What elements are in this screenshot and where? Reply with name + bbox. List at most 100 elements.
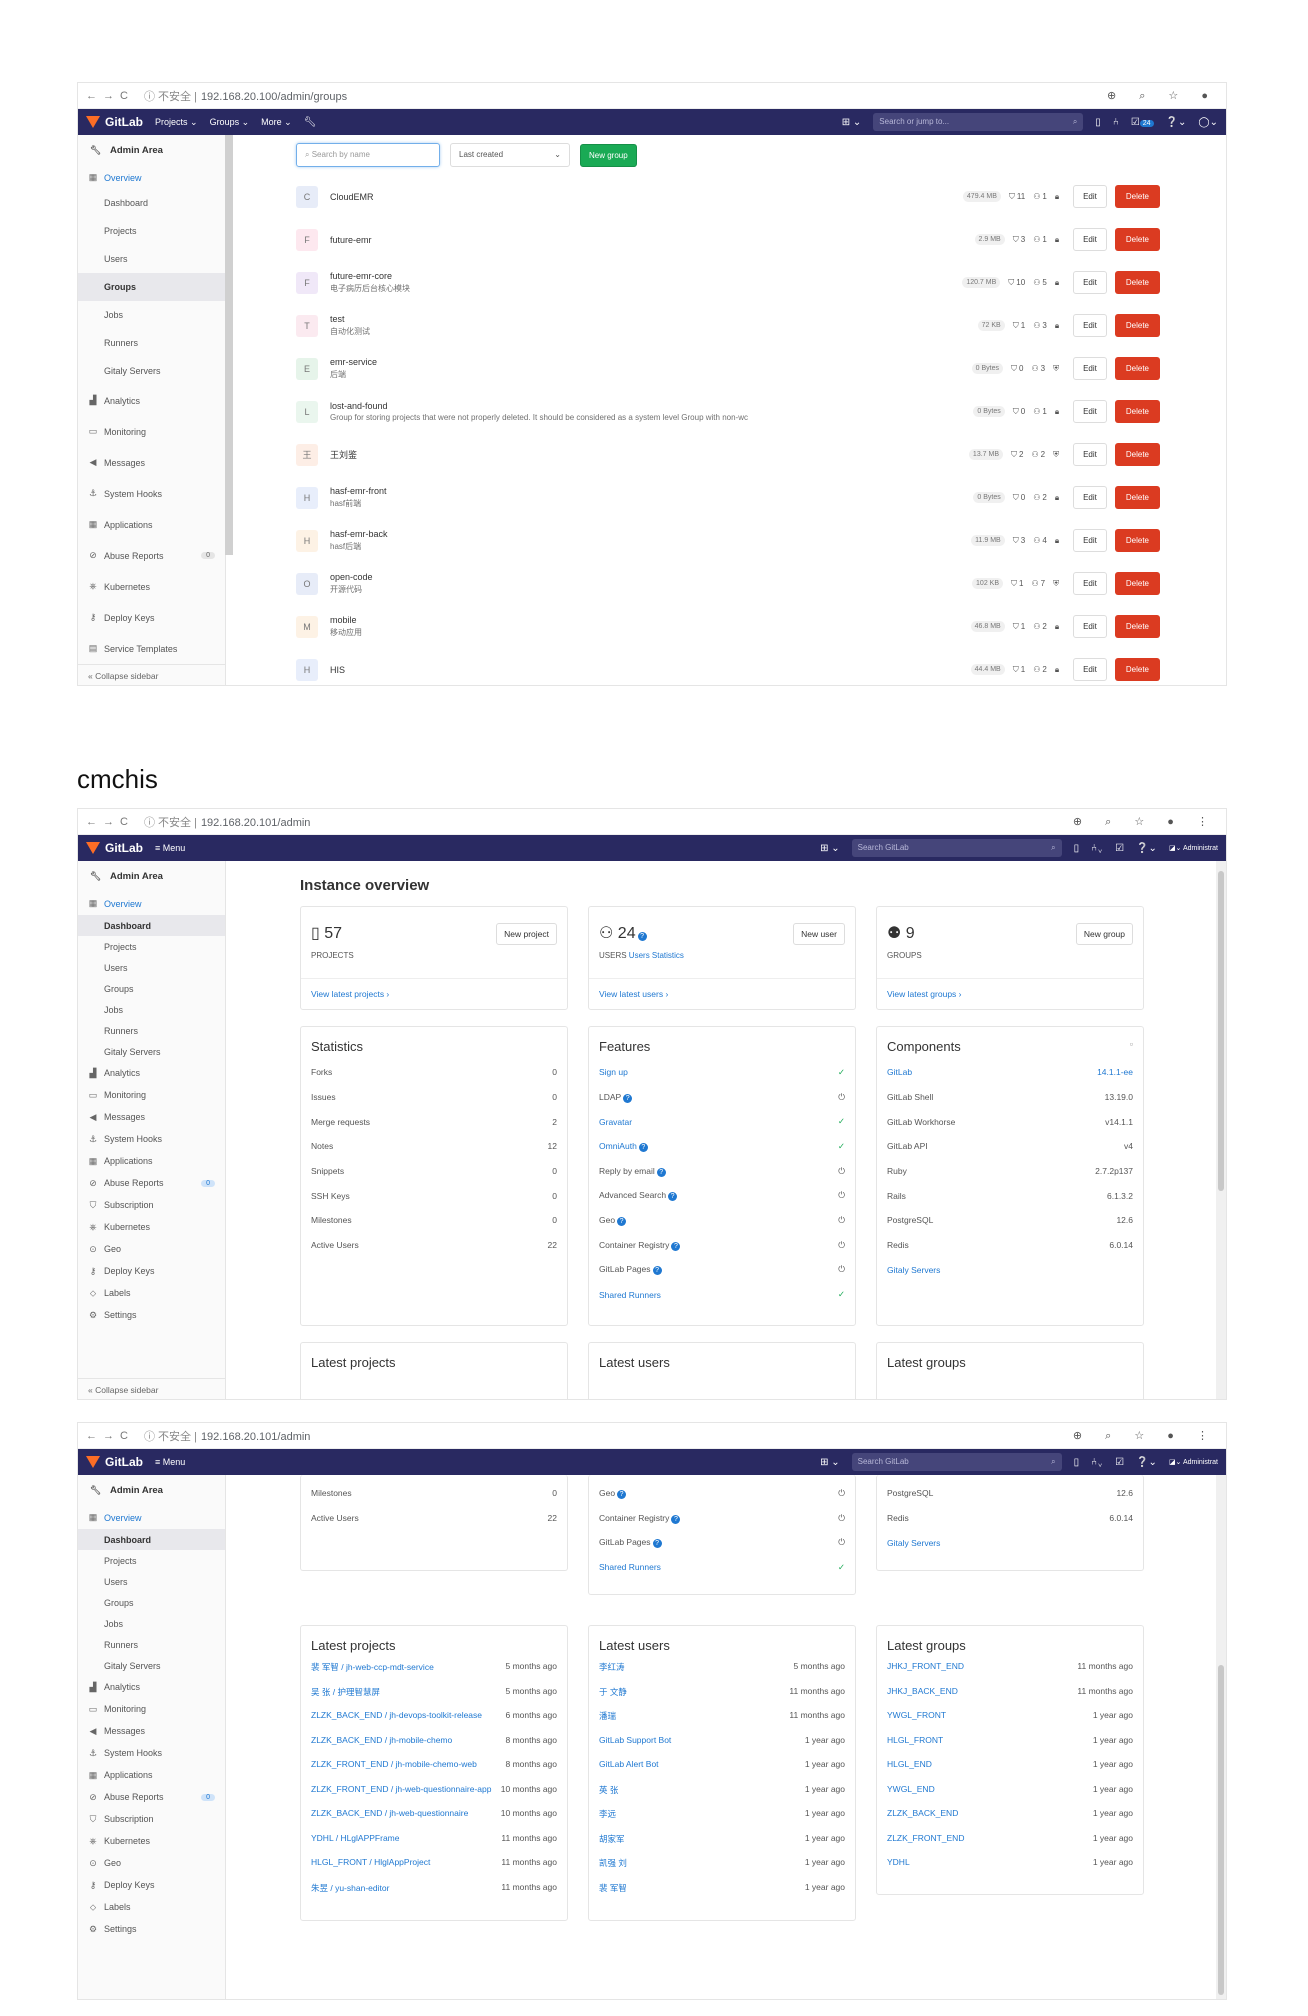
group-row[interactable]: C CloudEMR 479.4 MB ⛉ 11 ⚇ 1 🔒︎ Edit Delete [226, 175, 1226, 218]
feature-name[interactable]: OmniAuth [599, 1141, 637, 1151]
group-row[interactable]: H HIS 44.4 MB ⛉ 1 ⚇ 2 🔒︎ Edit Delete [226, 648, 1226, 685]
feature-name[interactable]: Shared Runners [599, 1290, 661, 1300]
latest-project-row-link[interactable]: YDHL / HLglAPPFrame [311, 1833, 400, 1843]
todo-icon[interactable]: ☑ [1115, 1457, 1124, 1468]
sidebar-sub-users[interactable]: Users [78, 957, 225, 978]
group-avatar[interactable]: E [296, 357, 318, 380]
sidebar-item-analytics[interactable]: ▟ Analytics [78, 385, 225, 416]
latest-project-row-link[interactable]: 裴 军智 / jh-web-ccp-mdt-service [311, 1661, 434, 1673]
browser-nav-buttons[interactable]: ←→C [86, 1430, 134, 1442]
sidebar-sub-jobs[interactable]: Jobs [78, 999, 225, 1020]
group-avatar[interactable]: H [296, 486, 318, 509]
latest-project-row-link[interactable]: 吴 张 / 护理智慧屏 [311, 1686, 380, 1698]
latest-project-row-link[interactable]: ZLZK_BACK_END / jh-web-questionnaire [311, 1808, 468, 1818]
sidebar-item-abuse-reports[interactable]: ⊘ Abuse Reports 0 [78, 1786, 225, 1808]
sidebar-item-applications[interactable]: ▦ Applications [78, 509, 225, 540]
page-scrollbar[interactable] [1216, 1475, 1226, 1999]
group-row[interactable]: Hhasf-emr-back hasf后端 11.9 MB ⛉ 3 ⚇ 4 🔒︎ Edit Del… [226, 519, 1226, 562]
group-row[interactable]: Llost-and-found Group for storing project… [226, 390, 1226, 433]
group-name[interactable]: open-code [330, 572, 373, 582]
group-name[interactable]: HIS [330, 665, 345, 675]
search-input[interactable]: Search or jump to... ⌕ [873, 113, 1084, 131]
question-icon[interactable]: ? [668, 1192, 678, 1202]
browser-icons[interactable]: ⊕ ⌕ ☆ ● ⋮ [1073, 1429, 1218, 1443]
group-avatar[interactable]: F [296, 228, 318, 251]
address-bar[interactable]: ⓘ 不安全 | 192.168.20.100/admin/groups [144, 88, 1097, 104]
delete-button[interactable]: Delete [1114, 572, 1160, 595]
sidebar-item-subscription[interactable]: ⛉ Subscription [78, 1808, 225, 1830]
sidebar-item-system-hooks[interactable]: ⚓︎ System Hooks [78, 478, 225, 509]
question-icon[interactable]: ? [671, 1514, 681, 1524]
latest-group-row-link[interactable]: YWGL_END [887, 1784, 935, 1794]
sidebar-sub-users[interactable]: Users [78, 1571, 225, 1592]
feature-name[interactable]: Sign up [599, 1067, 628, 1077]
delete-button[interactable]: Delete [1114, 615, 1160, 638]
browser-nav-buttons[interactable]: ←→C [86, 816, 134, 828]
question-icon[interactable]: ? [671, 1241, 681, 1251]
component-name[interactable]: Gitaly Servers [887, 1538, 940, 1548]
group-name[interactable]: emr-service [330, 357, 377, 367]
edit-button[interactable]: Edit [1073, 486, 1107, 509]
sidebar-item-kubernetes[interactable]: ⎈ Kubernetes [78, 1216, 225, 1238]
group-avatar[interactable]: H [296, 658, 318, 681]
page-scrollbar[interactable] [1216, 861, 1226, 1399]
latest-group-row-link[interactable]: HLGL_END [887, 1759, 932, 1769]
todo-icon[interactable]: ☑ 24 [1131, 117, 1154, 128]
sidebar-sub-jobs[interactable]: Jobs [78, 1613, 225, 1634]
edit-button[interactable]: Edit [1073, 529, 1107, 552]
delete-button[interactable]: Delete [1114, 357, 1160, 380]
help-icon[interactable]: ❔⌄ [1166, 117, 1187, 128]
sidebar-item-messages[interactable]: ◀ Messages [78, 1106, 225, 1128]
sort-dropdown[interactable]: Last created ⌄ [450, 143, 570, 167]
latest-user-row-link[interactable]: 胡家军 [599, 1833, 625, 1845]
view-latest-link[interactable]: View latest users › [589, 979, 855, 1009]
group-name[interactable]: mobile [330, 615, 362, 625]
question-icon[interactable]: ? [623, 1093, 633, 1103]
delete-button[interactable]: Delete [1114, 529, 1160, 552]
group-name[interactable]: future-emr-core [330, 271, 410, 281]
latest-project-row-link[interactable]: ZLZK_BACK_END / jh-devops-toolkit-releas… [311, 1710, 482, 1720]
sidebar-sub-gitaly-servers[interactable]: Gitaly Servers [78, 1655, 225, 1676]
delete-button[interactable]: Delete [1114, 314, 1160, 337]
avatar[interactable]: ◪⌄ Administrat [1169, 844, 1218, 852]
question-icon[interactable]: ? [652, 1266, 662, 1276]
issues-icon[interactable]: ▯ [1095, 117, 1101, 128]
latest-user-row-link[interactable]: 英 张 [599, 1784, 618, 1796]
sidebar-item-applications[interactable]: ▦ Applications [78, 1764, 225, 1786]
question-icon[interactable]: ? [617, 1489, 627, 1499]
gitlab-logo[interactable]: GitLab [86, 115, 143, 129]
delete-button[interactable]: Delete [1114, 658, 1160, 681]
feature-name[interactable]: Gravatar [599, 1117, 632, 1127]
latest-group-row-link[interactable]: JHKJ_BACK_END [887, 1686, 958, 1696]
new-user-button[interactable]: New user [793, 923, 845, 945]
sidebar-sub-gitaly[interactable]: Gitaly Servers [78, 357, 225, 385]
merge-request-icon[interactable]: ⑃⌄ [1091, 1457, 1103, 1468]
sidebar-item-settings[interactable]: ⚙ Settings [78, 1304, 225, 1326]
latest-group-row-link[interactable]: JHKJ_FRONT_END [887, 1661, 964, 1671]
sidebar-item-system-hooks[interactable]: ⚓︎ System Hooks [78, 1742, 225, 1764]
new-group-button[interactable]: New group [580, 143, 637, 167]
question-icon[interactable]: ? [656, 1167, 666, 1177]
feature-name[interactable]: Shared Runners [599, 1562, 661, 1572]
latest-user-row-link[interactable]: 凯强 刘 [599, 1857, 627, 1869]
scrollbar-thumb[interactable] [1218, 1665, 1224, 1995]
latest-group-row-link[interactable]: ZLZK_BACK_END [887, 1808, 958, 1818]
group-name[interactable]: CloudEMR [330, 192, 374, 202]
sidebar-sub-runners[interactable]: Runners [78, 329, 225, 357]
group-avatar[interactable]: H [296, 529, 318, 552]
view-latest-link[interactable]: View latest projects › [301, 979, 567, 1009]
edit-button[interactable]: Edit [1073, 228, 1107, 251]
sidebar-item-monitoring[interactable]: ▭ Monitoring [78, 1084, 225, 1106]
plus-icon[interactable]: ⊞ ⌄ [820, 1457, 840, 1468]
sidebar-item-system-hooks[interactable]: ⚓︎ System Hooks [78, 1128, 225, 1150]
group-row[interactable]: Ffuture-emr 2.9 MB ⛉ 3 ⚇ 1 🔒︎ Edit Delete [226, 218, 1226, 261]
nav-more[interactable]: More ⌄ [261, 117, 292, 128]
new-project-button[interactable]: New project [496, 923, 557, 945]
group-name[interactable]: 王刘鉴 [330, 448, 357, 461]
merge-request-icon[interactable]: ⑃⌄ [1091, 843, 1103, 854]
menu-button[interactable]: ≡ Menu [155, 843, 185, 853]
question-icon[interactable]: ? [637, 932, 647, 941]
component-name[interactable]: GitLab [887, 1067, 912, 1077]
address-bar[interactable]: ⓘ 不安全 | 192.168.20.101/admin [144, 814, 1063, 830]
latest-user-row-link[interactable]: 李远 [599, 1808, 616, 1820]
